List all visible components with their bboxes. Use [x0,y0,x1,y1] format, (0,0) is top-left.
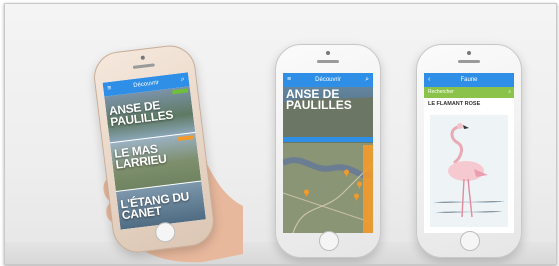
home-button [460,231,480,251]
nav-title: Découvrir [315,77,341,83]
speaker [458,60,480,63]
menu-icon[interactable]: ≡ [287,73,291,87]
home-button [154,221,177,244]
speaker [317,60,339,63]
nav-title: Faune [460,77,478,83]
search-icon[interactable]: ⌕ [365,73,369,87]
species-screen: ‹ Faune Rechercher ⌕ LE FLAMANT ROSE [424,73,514,233]
hero-title: ANSE DE PAULILLES [286,87,352,112]
card-title: ANSE DE PAULILLES [108,98,174,130]
search-icon[interactable]: ⌕ [180,73,186,87]
home-button [319,231,339,251]
search-icon[interactable]: ⌕ [508,87,511,98]
front-camera [326,51,330,55]
nav-bar: ≡ Découvrir ⌕ [283,73,373,87]
speaker [132,63,155,69]
map-screen: ≡ Découvrir ⌕ ANSE DE PAULILLES [283,73,373,233]
nav-bar: ‹ Faune [424,73,514,87]
front-camera [467,51,471,55]
menu-icon[interactable]: ≡ [107,82,113,96]
search-text: Rechercher [428,89,454,95]
tag-green [171,88,189,95]
flamingo-illustration [430,115,508,227]
phone-map: ≡ Découvrir ⌕ ANSE DE PAULILLES [275,44,381,258]
nav-title: Découvrir [132,79,160,90]
card-title: L'ÉTANG DU CANET [119,189,190,223]
card-title: LE MAS LARRIEU [113,141,168,172]
discover-screen: ANSE DE PAULILLES LE MAS LARRIEU L'ÉTANG… [102,72,206,230]
app-showcase-frame: ≡ Découvrir ⌕ ANSE DE PAULILLES ‹ Faune … [4,3,557,265]
phone-species: ‹ Faune Rechercher ⌕ LE FLAMANT ROSE [416,44,522,258]
back-icon[interactable]: ‹ [428,73,430,87]
front-camera [140,55,146,60]
search-bar[interactable]: Rechercher ⌕ [424,87,514,98]
species-title: LE FLAMANT ROSE [428,101,481,107]
